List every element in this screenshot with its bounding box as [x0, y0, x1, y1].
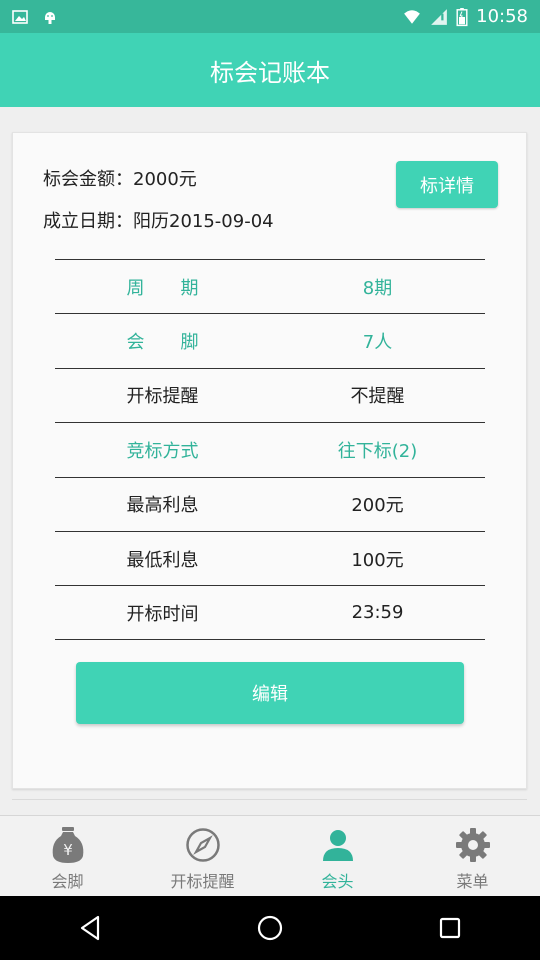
status-bar: 10:58 — [0, 0, 540, 33]
row-value-max-interest: 200元 — [351, 495, 404, 517]
table-row: 开标提醒 不提醒 — [55, 367, 485, 422]
tab-label-menu: 菜单 — [456, 872, 489, 891]
edit-button[interactable]: 编辑 — [76, 662, 464, 724]
system-nav-bar — [0, 896, 540, 960]
gear-icon — [454, 826, 492, 864]
money-bag-icon: ¥ — [49, 826, 87, 864]
tab-host[interactable]: 会头 — [270, 816, 405, 896]
person-icon — [319, 826, 357, 864]
row-value-bid-method: 往下标(2) — [337, 440, 418, 462]
compass-icon — [184, 826, 222, 864]
battery-icon — [456, 7, 468, 26]
signal-icon — [431, 8, 447, 25]
main-content: 标会金额：2000元 成立日期：阳历2015-09-04 标详情 周 期 8期 … — [0, 107, 540, 815]
tab-label-host: 会头 — [321, 872, 354, 891]
row-label-bid-method: 竞标方式 — [126, 440, 199, 462]
row-label-bid-time: 开标时间 — [126, 603, 199, 625]
bid-card: 标会金额：2000元 成立日期：阳历2015-09-04 标详情 周 期 8期 … — [12, 132, 527, 789]
bottom-tab-bar: ¥ 会脚 开标提醒 会头 菜单 — [0, 815, 540, 896]
row-value-reminder: 不提醒 — [350, 386, 405, 408]
row-label-members: 会 脚 — [126, 332, 199, 354]
row-label-cycle: 周 期 — [126, 277, 199, 299]
status-time: 10:58 — [476, 6, 528, 27]
svg-text:¥: ¥ — [63, 841, 73, 859]
table-row: 最高利息 200元 — [55, 476, 485, 531]
home-icon[interactable] — [240, 898, 300, 958]
table-row: 竞标方式 往下标(2) — [55, 422, 485, 476]
table-row: 开标时间 23:59 — [55, 585, 485, 640]
table-row: 周 期 8期 — [55, 259, 485, 313]
recents-icon[interactable] — [420, 898, 480, 958]
bid-detail-button[interactable]: 标详情 — [396, 161, 498, 208]
tab-bid-reminder[interactable]: 开标提醒 — [135, 816, 270, 896]
row-value-cycle: 8期 — [362, 277, 393, 299]
bid-info-table: 周 期 8期 会 脚 7人 开标提醒 不提醒 竞标方式 往下标(2) 最高利息 … — [55, 259, 485, 640]
row-label-max-interest: 最高利息 — [126, 495, 199, 517]
tab-menu[interactable]: 菜单 — [405, 816, 540, 896]
row-value-members: 7人 — [362, 332, 393, 354]
founded-date: 成立日期：阳历2015-09-04 — [43, 211, 274, 232]
tab-label-bid-reminder: 开标提醒 — [170, 872, 235, 891]
bid-amount: 标会金额：2000元 — [43, 169, 197, 190]
row-label-min-interest: 最低利息 — [126, 549, 199, 571]
tab-label-members: 会脚 — [51, 872, 84, 891]
row-label-reminder: 开标提醒 — [126, 386, 199, 408]
row-value-bid-time: 23:59 — [351, 602, 404, 624]
app-bar: 标会记账本 — [0, 33, 540, 107]
divider — [12, 799, 527, 800]
page-title: 标会记账本 — [210, 58, 330, 87]
table-row: 最低利息 100元 — [55, 530, 485, 585]
tab-members[interactable]: ¥ 会脚 — [0, 816, 135, 896]
android-icon — [45, 11, 55, 24]
wifi-icon — [404, 9, 420, 24]
back-icon[interactable] — [60, 898, 120, 958]
image-icon — [12, 9, 28, 24]
table-row: 会 脚 7人 — [55, 313, 485, 367]
row-value-min-interest: 100元 — [351, 549, 404, 571]
